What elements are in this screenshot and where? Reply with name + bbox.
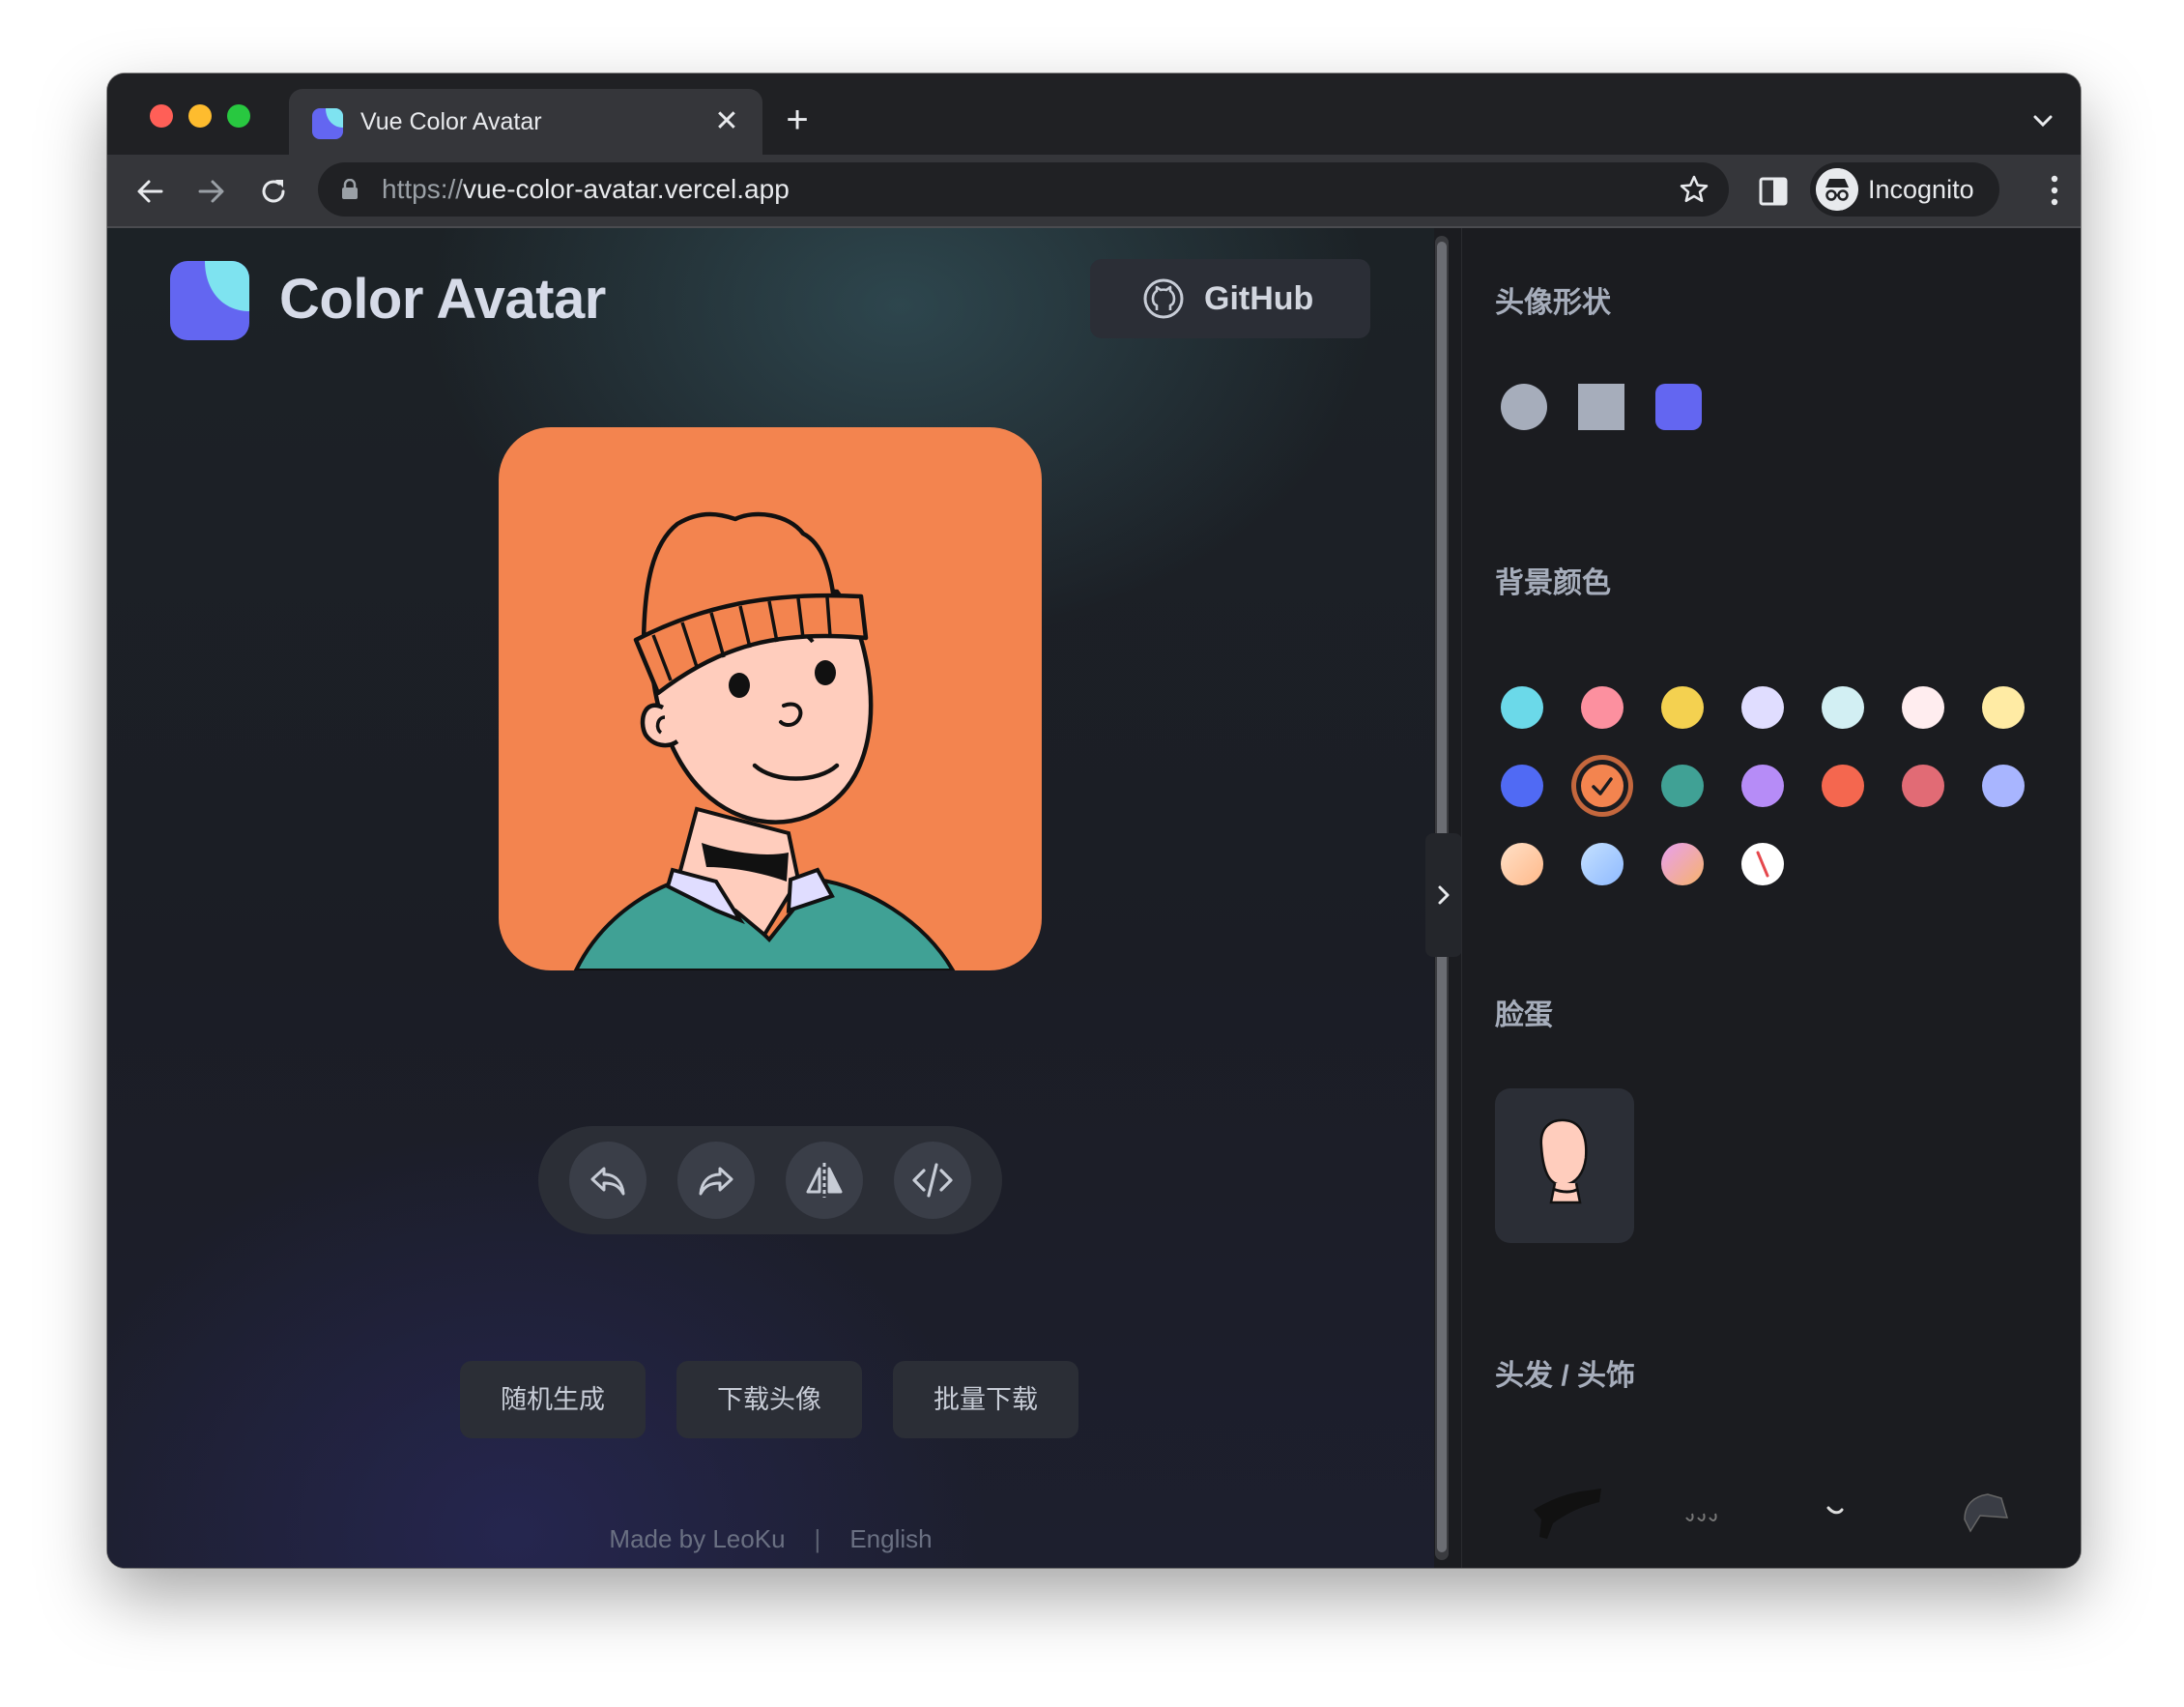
background-color-swatch[interactable] (1741, 765, 1784, 807)
checkmark-icon (1592, 777, 1613, 796)
hair-option-short-icon[interactable] (1825, 1504, 1845, 1518)
avatar-preview (499, 427, 1042, 970)
browser-tab-active[interactable]: Vue Color Avatar ✕ (289, 89, 762, 155)
background-color-swatch[interactable] (1741, 686, 1784, 729)
avatar-action-bar (538, 1126, 1002, 1234)
flip-button[interactable] (786, 1142, 863, 1219)
address-bar[interactable]: https://vue-color-avatar.vercel.app (318, 162, 1729, 217)
background-color-swatch[interactable] (1501, 765, 1543, 807)
github-icon (1143, 278, 1184, 319)
configurator-panel: 头像形状 背景颜色 脸蛋 头发 / 头饰 (1461, 228, 2081, 1568)
url-host: vue-color-avatar.vercel.app (463, 174, 790, 204)
background-color-swatch[interactable] (1581, 765, 1624, 807)
background-color-swatch[interactable] (1501, 843, 1543, 885)
incognito-label: Incognito (1868, 175, 1974, 204)
background-color-swatch[interactable] (1501, 686, 1543, 729)
hair-section-title: 头发 / 头饰 (1495, 1360, 1636, 1392)
background-color-swatch[interactable] (1661, 843, 1704, 885)
tab-close-icon[interactable]: ✕ (710, 105, 743, 138)
web-page: Color Avatar GitHub 随机生成 下载头像 批量下载 Made … (107, 228, 2081, 1568)
hair-option-beanie-icon[interactable] (1530, 1481, 1607, 1548)
footer-separator: | (814, 1524, 821, 1553)
url-text: https://vue-color-avatar.vercel.app (382, 173, 790, 206)
undo-button[interactable] (569, 1142, 647, 1219)
background-color-swatch[interactable] (1982, 686, 2025, 729)
new-tab-icon[interactable]: + (778, 101, 817, 139)
maximize-window-button[interactable] (227, 104, 250, 128)
background-transparent-swatch[interactable] (1741, 843, 1784, 885)
browser-titlebar: Vue Color Avatar ✕ + (107, 73, 2081, 155)
face-thumbnail-icon (1539, 1118, 1588, 1204)
browser-toolbar: https://vue-color-avatar.vercel.app Inco… (107, 155, 2081, 228)
chevron-right-icon (1438, 885, 1450, 905)
bookmark-star-icon[interactable] (1679, 174, 1710, 205)
shape-squircle-option[interactable] (1655, 384, 1702, 430)
hair-option-curly-icon[interactable] (1682, 1500, 1725, 1529)
code-button[interactable] (894, 1142, 971, 1219)
background-color-swatch[interactable] (1661, 686, 1704, 729)
app-logo-icon (170, 261, 249, 340)
background-color-swatch[interactable] (1822, 686, 1864, 729)
flip-icon (806, 1163, 843, 1198)
tab-title: Vue Color Avatar (360, 108, 542, 135)
back-arrow-icon[interactable] (132, 174, 167, 209)
shape-circle-option[interactable] (1501, 384, 1547, 430)
github-label: GitHub (1204, 280, 1314, 317)
background-color-swatch[interactable] (1902, 686, 1944, 729)
background-color-swatch[interactable] (1822, 765, 1864, 807)
app-favicon-icon (312, 108, 343, 139)
close-window-button[interactable] (150, 104, 173, 128)
made-by-link[interactable]: Made by LeoKu (609, 1524, 785, 1553)
shape-section-title: 头像形状 (1495, 287, 1611, 319)
browser-window: Vue Color Avatar ✕ + https://vue-color-a… (107, 73, 2081, 1568)
transparent-slash-icon (1756, 851, 1769, 878)
tab-search-chevron-icon[interactable] (2028, 106, 2057, 135)
lock-icon (342, 179, 358, 199)
code-icon (912, 1163, 953, 1198)
collapse-panel-button[interactable] (1425, 833, 1462, 957)
reload-icon[interactable] (256, 174, 291, 209)
batch-download-button[interactable]: 批量下载 (893, 1361, 1078, 1438)
avatar-workspace: Color Avatar GitHub 随机生成 下载头像 批量下载 Made … (107, 228, 1434, 1568)
face-option[interactable] (1495, 1088, 1634, 1243)
background-section-title: 背景颜色 (1495, 567, 1611, 599)
background-color-swatch[interactable] (1581, 843, 1624, 885)
face-section-title: 脸蛋 (1495, 999, 1553, 1031)
background-color-swatch[interactable] (1902, 765, 1944, 807)
app-title: Color Avatar (279, 268, 606, 331)
hair-option-cap-icon[interactable] (1957, 1481, 2015, 1535)
language-switch-link[interactable]: English (849, 1524, 932, 1553)
shape-square-option[interactable] (1578, 384, 1624, 430)
forward-arrow-icon[interactable] (194, 174, 229, 209)
incognito-icon (1816, 168, 1858, 211)
minimize-window-button[interactable] (188, 104, 212, 128)
avatar-illustration (573, 511, 956, 970)
undo-icon (590, 1167, 625, 1196)
redo-button[interactable] (677, 1142, 755, 1219)
url-scheme: https:// (382, 174, 464, 204)
side-panel-icon[interactable] (1758, 176, 1789, 207)
github-button[interactable]: GitHub (1090, 259, 1370, 338)
background-color-swatch[interactable] (1661, 765, 1704, 807)
page-footer: Made by LeoKu | English (107, 1521, 1434, 1556)
background-color-swatch[interactable] (1982, 765, 2025, 807)
more-menu-icon[interactable] (2050, 174, 2059, 207)
random-generate-button[interactable]: 随机生成 (460, 1361, 646, 1438)
download-avatar-button[interactable]: 下载头像 (676, 1361, 862, 1438)
incognito-profile-button[interactable]: Incognito (1810, 162, 1999, 217)
redo-icon (699, 1167, 733, 1196)
background-color-swatch[interactable] (1581, 686, 1624, 729)
